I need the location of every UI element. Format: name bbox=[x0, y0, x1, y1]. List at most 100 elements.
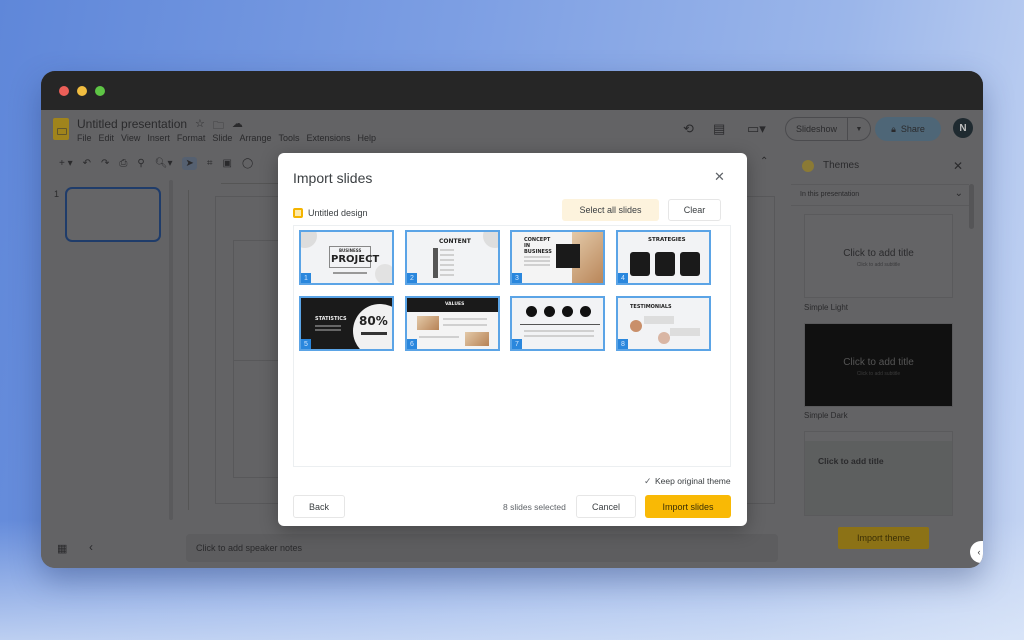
share-button[interactable]: 🔒︎ Share bbox=[875, 117, 941, 141]
clear-button[interactable]: Clear bbox=[668, 199, 721, 221]
collapse-toolbar-icon[interactable]: ⌃ bbox=[760, 156, 768, 167]
slide-thumbnail-8[interactable]: TESTIMONIALS 8 bbox=[616, 296, 711, 351]
decor-shape bbox=[375, 264, 392, 283]
close-window-button[interactable] bbox=[59, 85, 69, 96]
slide-number-badge: 2 bbox=[407, 273, 417, 283]
menu-slide[interactable]: Slide bbox=[212, 133, 232, 143]
timeline-line bbox=[520, 324, 600, 325]
close-icon[interactable]: ✕ bbox=[953, 159, 963, 173]
content-line bbox=[440, 269, 454, 271]
cancel-button[interactable]: Cancel bbox=[576, 495, 636, 518]
menu-extensions[interactable]: Extensions bbox=[306, 133, 350, 143]
menu-format[interactable]: Format bbox=[177, 133, 206, 143]
slide-thumbnail-4[interactable]: STRATEGIES 4 bbox=[616, 230, 711, 285]
filmstrip-slide-number: 1 bbox=[54, 189, 60, 199]
slide-thumbnail-1[interactable]: BUSINESS PROJECT 1 bbox=[299, 230, 394, 285]
maximize-window-button[interactable] bbox=[95, 85, 105, 96]
new-slide-icon[interactable]: + ▾ bbox=[59, 158, 73, 169]
collapse-filmstrip-icon[interactable]: ‹ bbox=[89, 540, 93, 554]
themes-filter-dropdown[interactable]: In this presentation ⌄ bbox=[791, 184, 969, 206]
speaker-notes[interactable]: Click to add speaker notes bbox=[186, 534, 778, 562]
back-button[interactable]: Back bbox=[293, 495, 345, 518]
decor-shape bbox=[301, 232, 317, 248]
timeline-pin bbox=[562, 306, 573, 317]
print-icon[interactable]: ⎙ bbox=[119, 158, 127, 169]
testimonial-avatar bbox=[658, 332, 670, 344]
decor-shape bbox=[483, 232, 498, 248]
slides-logo-icon[interactable] bbox=[53, 118, 69, 140]
chevron-down-icon[interactable]: ▼ bbox=[848, 126, 870, 133]
slide-thumbnail-3[interactable]: CONCEPT IN BUSINESS 3 bbox=[510, 230, 605, 285]
import-theme-button[interactable]: Import theme bbox=[838, 527, 929, 549]
theme-preview-title: Click to add title bbox=[843, 357, 914, 368]
slide-title: CONTENT bbox=[439, 238, 471, 245]
slide-thumbnail-2[interactable]: CONTENT 2 bbox=[405, 230, 500, 285]
keep-theme-label: Keep original theme bbox=[655, 476, 731, 486]
content-line bbox=[440, 259, 454, 261]
theme-card-simple-light[interactable]: Click to add title Click to add subtitle bbox=[804, 214, 953, 298]
slide-photo bbox=[465, 332, 489, 346]
paint-format-icon[interactable]: ⚲ bbox=[137, 158, 144, 169]
menu-arrange[interactable]: Arrange bbox=[239, 133, 271, 143]
theme-card-simple-dark[interactable]: Click to add title Click to add subtitle bbox=[804, 323, 953, 407]
slide-thumbnail-5[interactable]: STATISTICS 80% 5 bbox=[299, 296, 394, 351]
import-slides-dialog: Import slides ✕ Untitled design Select a… bbox=[278, 153, 747, 526]
slide-thumbnail-6[interactable]: VALUES 6 bbox=[405, 296, 500, 351]
menu-file[interactable]: File bbox=[77, 133, 92, 143]
diagram-card bbox=[556, 244, 580, 268]
slide-title: VALUES bbox=[445, 302, 465, 307]
shape-icon[interactable]: ◯ bbox=[242, 158, 253, 169]
filmstrip-slide-thumbnail[interactable] bbox=[65, 187, 161, 242]
content-line bbox=[440, 274, 454, 276]
keep-original-theme-checkbox[interactable]: ✓ Keep original theme bbox=[644, 476, 731, 486]
undo-icon[interactable]: ↶ bbox=[83, 158, 91, 169]
minimize-window-button[interactable] bbox=[77, 85, 87, 96]
text-line bbox=[315, 329, 341, 331]
menu-edit[interactable]: Edit bbox=[99, 133, 115, 143]
content-list-markers bbox=[433, 248, 438, 278]
slide-number-badge: 8 bbox=[618, 339, 628, 349]
image-icon[interactable]: ▣ bbox=[223, 158, 232, 169]
slide-number-badge: 6 bbox=[407, 339, 417, 349]
meet-icon[interactable]: ▭▾ bbox=[747, 121, 766, 137]
menu-tools[interactable]: Tools bbox=[278, 133, 299, 143]
text-line bbox=[524, 330, 594, 332]
content-line bbox=[440, 249, 454, 251]
content-line bbox=[440, 264, 454, 266]
stat-value: 80% bbox=[359, 314, 388, 328]
grid-view-icon[interactable]: ▦ bbox=[57, 542, 67, 555]
text-line bbox=[443, 324, 487, 326]
menu-help[interactable]: Help bbox=[358, 133, 377, 143]
slides-grid: BUSINESS PROJECT 1 CONTENT 2 CONCEPT IN … bbox=[293, 225, 731, 467]
slideshow-button[interactable]: Slideshow ▼ bbox=[785, 117, 871, 141]
chevron-down-icon: ⌄ bbox=[954, 188, 963, 199]
slide-number-badge: 4 bbox=[618, 273, 628, 283]
redo-icon[interactable]: ↷ bbox=[101, 158, 109, 169]
select-all-slides-button[interactable]: Select all slides bbox=[562, 199, 659, 221]
import-slides-button[interactable]: Import slides bbox=[645, 495, 731, 518]
theme-card-third[interactable]: Click to add title bbox=[804, 431, 953, 516]
menu-view[interactable]: View bbox=[121, 133, 140, 143]
zoom-icon[interactable]: 🔍︎▾ bbox=[155, 158, 173, 169]
slide-subtitle-bar bbox=[333, 272, 367, 274]
slide-thumbnail-7[interactable]: 7 bbox=[510, 296, 605, 351]
strategy-card bbox=[630, 252, 650, 276]
theme-preview-title: Click to add title bbox=[843, 248, 914, 259]
slide-number-badge: 5 bbox=[301, 339, 311, 349]
vertical-ruler bbox=[181, 190, 189, 510]
filmstrip-scrollbar[interactable] bbox=[169, 180, 173, 520]
testimonial-avatar bbox=[630, 320, 642, 332]
text-box-icon[interactable]: ⌗ bbox=[207, 158, 213, 169]
menu-insert[interactable]: Insert bbox=[147, 133, 170, 143]
lock-icon: 🔒︎ bbox=[891, 123, 896, 134]
avatar[interactable]: N bbox=[953, 118, 973, 138]
themes-scrollbar[interactable] bbox=[969, 184, 974, 229]
document-title[interactable]: Untitled presentation bbox=[77, 117, 187, 131]
themes-filter-label: In this presentation bbox=[800, 191, 860, 198]
strategy-card bbox=[655, 252, 675, 276]
history-icon[interactable]: ⟲ bbox=[683, 121, 694, 137]
text-line bbox=[524, 256, 550, 258]
comments-icon[interactable]: ▤ bbox=[713, 121, 725, 137]
select-cursor-icon[interactable]: ➤ bbox=[182, 156, 197, 170]
close-icon[interactable]: ✕ bbox=[714, 169, 725, 185]
